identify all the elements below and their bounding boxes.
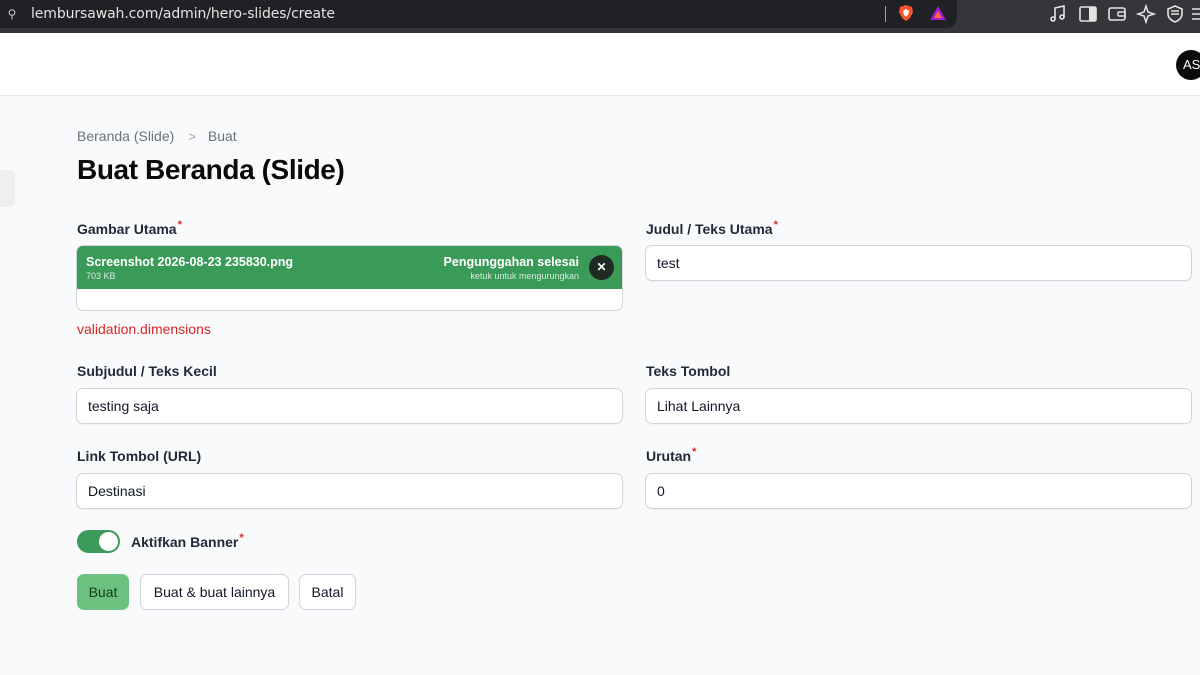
image-upload-dropzone[interactable]: Screenshot 2026-08-23 235830.png 703 KB … [76,245,623,311]
required-mark: * [773,219,778,231]
uploaded-file-size: 703 KB [86,271,116,281]
image-validation-error: validation.dimensions [77,321,211,337]
order-input[interactable]: 0 [645,473,1192,509]
required-mark: * [239,532,244,544]
create-another-button[interactable]: Buat & buat lainnya [140,574,289,610]
remove-file-button[interactable]: ✕ [589,255,614,280]
app-topbar: AS [0,33,1200,96]
button-text-input[interactable]: Lihat Lainnya [645,388,1192,424]
button-link-select[interactable]: Destinasi [76,473,623,509]
toggle-knob [99,532,118,551]
wallet-icon[interactable] [1107,4,1127,24]
user-avatar[interactable]: AS [1176,50,1200,80]
image-field-label: Gambar Utama* [77,219,182,237]
title-field-label: Judul / Teks Utama* [646,219,778,237]
media-controls-icon[interactable] [1048,4,1068,24]
site-settings-icon[interactable]: ⚲ [4,6,20,22]
title-input[interactable]: test [645,245,1192,281]
address-bar[interactable]: ⚲ lembursawah.com/admin/hero-slides/crea… [0,0,957,28]
active-banner-toggle[interactable] [77,530,120,553]
chevron-right-icon: > [188,128,196,144]
create-button[interactable]: Buat [77,574,129,610]
cancel-button[interactable]: Batal [299,574,356,610]
button-link-field-label: Link Tombol (URL) [77,448,202,464]
close-icon: ✕ [596,260,607,274]
required-mark: * [692,446,697,458]
address-bar-divider [885,6,886,22]
sidebar-collapse-handle[interactable] [0,170,15,207]
leo-ai-icon[interactable] [1136,4,1156,24]
brave-rewards-icon[interactable] [929,5,947,21]
vpn-shield-icon[interactable] [1165,4,1185,24]
uploaded-file-item[interactable]: Screenshot 2026-08-23 235830.png 703 KB … [77,246,622,289]
page-title: Buat Beranda (Slide) [77,154,345,185]
active-banner-label: Aktifkan Banner* [131,532,244,550]
sidebar-icon[interactable] [1078,4,1098,24]
subtitle-input[interactable]: testing saja [76,388,623,424]
uploaded-file-name: Screenshot 2026-08-23 235830.png [86,255,294,269]
button-text-field-label: Teks Tombol [646,363,731,379]
subtitle-field-label: Subjudul / Teks Kecil [77,363,217,379]
url-text[interactable]: lembursawah.com/admin/hero-slides/create [31,6,335,22]
brave-shields-icon[interactable] [897,4,915,22]
menu-icon[interactable] [1190,4,1200,24]
order-field-label: Urutan* [646,446,697,464]
breadcrumb-parent-link[interactable]: Beranda (Slide) [77,128,174,144]
browser-toolbar: ⚲ lembursawah.com/admin/hero-slides/crea… [0,0,1200,33]
upload-undo-hint[interactable]: ketuk untuk mengurungkan [470,271,579,281]
required-mark: * [177,219,182,231]
upload-status: Pengunggahan selesai [443,255,579,269]
breadcrumb: Beranda (Slide) > Buat [77,128,237,144]
breadcrumb-current: Buat [207,128,237,144]
